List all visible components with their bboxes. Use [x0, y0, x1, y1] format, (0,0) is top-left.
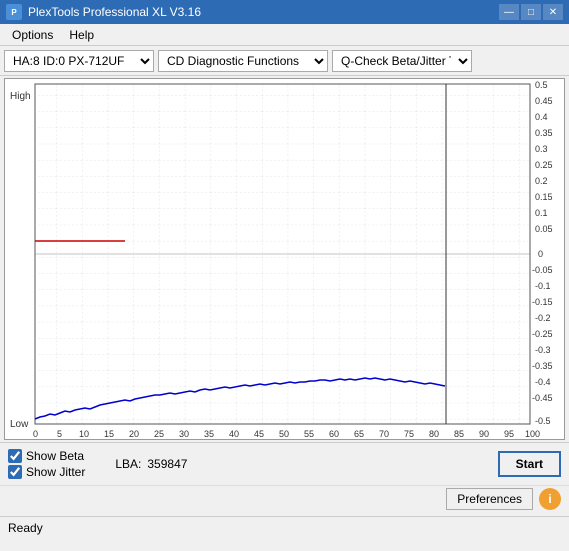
svg-text:-0.15: -0.15: [532, 297, 553, 307]
svg-text:0.5: 0.5: [535, 80, 548, 90]
show-beta-checkbox[interactable]: [8, 449, 22, 463]
svg-text:15: 15: [104, 429, 114, 439]
menu-options[interactable]: Options: [4, 26, 61, 44]
svg-text:-0.05: -0.05: [532, 265, 553, 275]
svg-text:-0.25: -0.25: [532, 329, 553, 339]
menu-bar: Options Help: [0, 24, 569, 46]
svg-text:35: 35: [204, 429, 214, 439]
svg-text:0.3: 0.3: [535, 144, 548, 154]
svg-text:5: 5: [57, 429, 62, 439]
maximize-button[interactable]: □: [521, 4, 541, 20]
svg-text:0.45: 0.45: [535, 96, 553, 106]
svg-text:100: 100: [525, 429, 540, 439]
minimize-button[interactable]: —: [499, 4, 519, 20]
svg-text:0.15: 0.15: [535, 192, 553, 202]
app-icon: P: [6, 4, 22, 20]
function-select[interactable]: CD Diagnostic Functions: [158, 50, 328, 72]
svg-text:0.35: 0.35: [535, 128, 553, 138]
svg-text:0.25: 0.25: [535, 160, 553, 170]
show-beta-label: Show Beta: [26, 449, 84, 463]
preferences-button[interactable]: Preferences: [446, 488, 533, 510]
checkboxes-group: Show Beta Show Jitter: [8, 449, 85, 479]
svg-text:25: 25: [154, 429, 164, 439]
y-high-label: High: [10, 91, 31, 102]
show-beta-row[interactable]: Show Beta: [8, 449, 85, 463]
svg-text:60: 60: [329, 429, 339, 439]
app-title: PlexTools Professional XL V3.16: [28, 5, 201, 19]
lba-label: LBA:: [115, 457, 141, 471]
start-button[interactable]: Start: [498, 451, 561, 477]
svg-text:75: 75: [404, 429, 414, 439]
close-button[interactable]: ✕: [543, 4, 563, 20]
menu-help[interactable]: Help: [61, 26, 102, 44]
svg-text:0.1: 0.1: [535, 208, 548, 218]
svg-text:70: 70: [379, 429, 389, 439]
status-text: Ready: [8, 521, 43, 535]
info-button[interactable]: i: [539, 488, 561, 510]
svg-text:-0.4: -0.4: [535, 377, 551, 387]
bottom-panel: Show Beta Show Jitter LBA: 359847 Start: [0, 442, 569, 485]
svg-text:85: 85: [454, 429, 464, 439]
svg-text:45: 45: [254, 429, 264, 439]
svg-text:40: 40: [229, 429, 239, 439]
show-jitter-row[interactable]: Show Jitter: [8, 465, 85, 479]
svg-text:-0.45: -0.45: [532, 393, 553, 403]
svg-text:-0.2: -0.2: [535, 313, 551, 323]
svg-text:50: 50: [279, 429, 289, 439]
svg-text:0.2: 0.2: [535, 176, 548, 186]
svg-text:-0.5: -0.5: [535, 416, 551, 426]
svg-text:55: 55: [304, 429, 314, 439]
show-jitter-label: Show Jitter: [26, 465, 85, 479]
right-controls: Start: [498, 451, 561, 477]
svg-text:95: 95: [504, 429, 514, 439]
test-select[interactable]: Q-Check Beta/Jitter Test: [332, 50, 472, 72]
svg-text:80: 80: [429, 429, 439, 439]
y-low-label: Low: [10, 419, 29, 430]
svg-text:0.4: 0.4: [535, 112, 548, 122]
toolbar: HA:8 ID:0 PX-712UF CD Diagnostic Functio…: [0, 46, 569, 76]
window-controls: — □ ✕: [499, 4, 563, 20]
svg-text:10: 10: [79, 429, 89, 439]
svg-text:30: 30: [179, 429, 189, 439]
drive-select[interactable]: HA:8 ID:0 PX-712UF: [4, 50, 154, 72]
lba-area: LBA: 359847: [115, 457, 187, 471]
svg-text:0.05: 0.05: [535, 224, 553, 234]
chart-svg: High Low 0.5 0.45 0.4 0.35 0.3 0.25 0.2 …: [5, 79, 562, 439]
svg-text:0: 0: [538, 249, 543, 259]
svg-text:20: 20: [129, 429, 139, 439]
title-bar: P PlexTools Professional XL V3.16 — □ ✕: [0, 0, 569, 24]
svg-text:0: 0: [33, 429, 38, 439]
svg-text:-0.1: -0.1: [535, 281, 551, 291]
svg-text:65: 65: [354, 429, 364, 439]
preferences-row: Preferences i: [0, 485, 569, 516]
chart-container: High Low 0.5 0.45 0.4 0.35 0.3 0.25 0.2 …: [4, 78, 565, 440]
show-jitter-checkbox[interactable]: [8, 465, 22, 479]
svg-text:-0.35: -0.35: [532, 361, 553, 371]
status-bar: Ready: [0, 516, 569, 538]
svg-text:90: 90: [479, 429, 489, 439]
svg-text:-0.3: -0.3: [535, 345, 551, 355]
lba-value: 359847: [147, 457, 187, 471]
